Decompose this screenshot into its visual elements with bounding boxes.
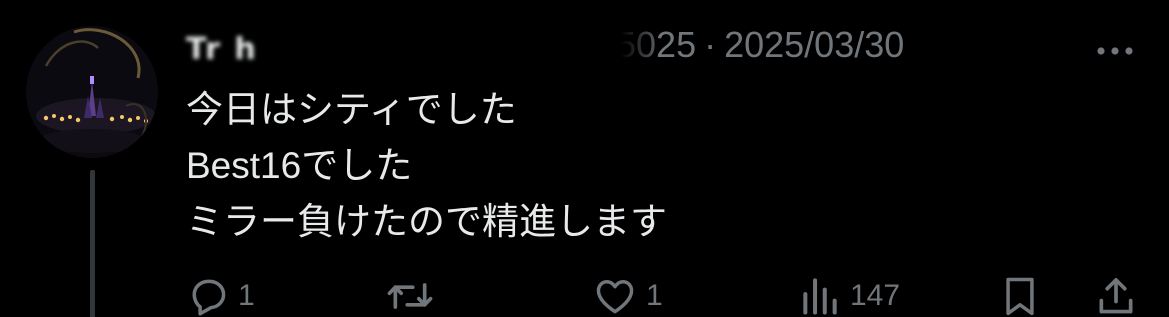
tweet-line: ミラー負けたので精進します bbox=[186, 201, 667, 242]
tweet-text: 今日はシティでした Best16でした ミラー負けたので精進します bbox=[186, 82, 667, 250]
views-button[interactable]: 147 bbox=[798, 274, 900, 317]
views-count: 147 bbox=[850, 279, 901, 312]
views-chart-icon bbox=[803, 278, 837, 315]
author-display-name[interactable]: Tr h bbox=[186, 32, 258, 67]
tweet-date[interactable]: 2025/03/30 bbox=[724, 24, 904, 65]
bookmark-icon bbox=[1006, 277, 1034, 316]
more-dots-icon bbox=[1097, 47, 1133, 55]
tweet-header: Tr h 5025·2025/03/30 bbox=[186, 22, 1146, 72]
retweet-icon bbox=[387, 283, 433, 309]
retweet-button[interactable] bbox=[384, 274, 444, 317]
reply-button[interactable]: 1 bbox=[186, 274, 255, 317]
handle-fade bbox=[596, 24, 658, 72]
tweet[interactable]: Tr h 5025·2025/03/30 今日はシティでした Best16でした… bbox=[0, 0, 1169, 317]
tweet-line: 今日はシティでした bbox=[186, 89, 517, 130]
share-icon bbox=[1099, 278, 1133, 314]
action-bar: 1 1 147 bbox=[186, 274, 1146, 317]
reply-count: 1 bbox=[238, 279, 255, 312]
like-button[interactable]: 1 bbox=[592, 274, 663, 317]
meta-separator: · bbox=[704, 24, 717, 65]
heart-icon bbox=[596, 279, 634, 314]
more-button[interactable] bbox=[1096, 30, 1134, 63]
tweet-line: Best16でした bbox=[186, 145, 413, 186]
thread-line bbox=[90, 170, 95, 317]
avatar-image bbox=[26, 26, 158, 158]
author-meta: 5025·2025/03/30 bbox=[596, 24, 904, 72]
share-button[interactable] bbox=[1094, 274, 1138, 317]
bookmark-button[interactable] bbox=[998, 274, 1042, 317]
like-count: 1 bbox=[646, 279, 663, 312]
avatar[interactable] bbox=[26, 26, 158, 158]
reply-icon bbox=[192, 279, 226, 316]
